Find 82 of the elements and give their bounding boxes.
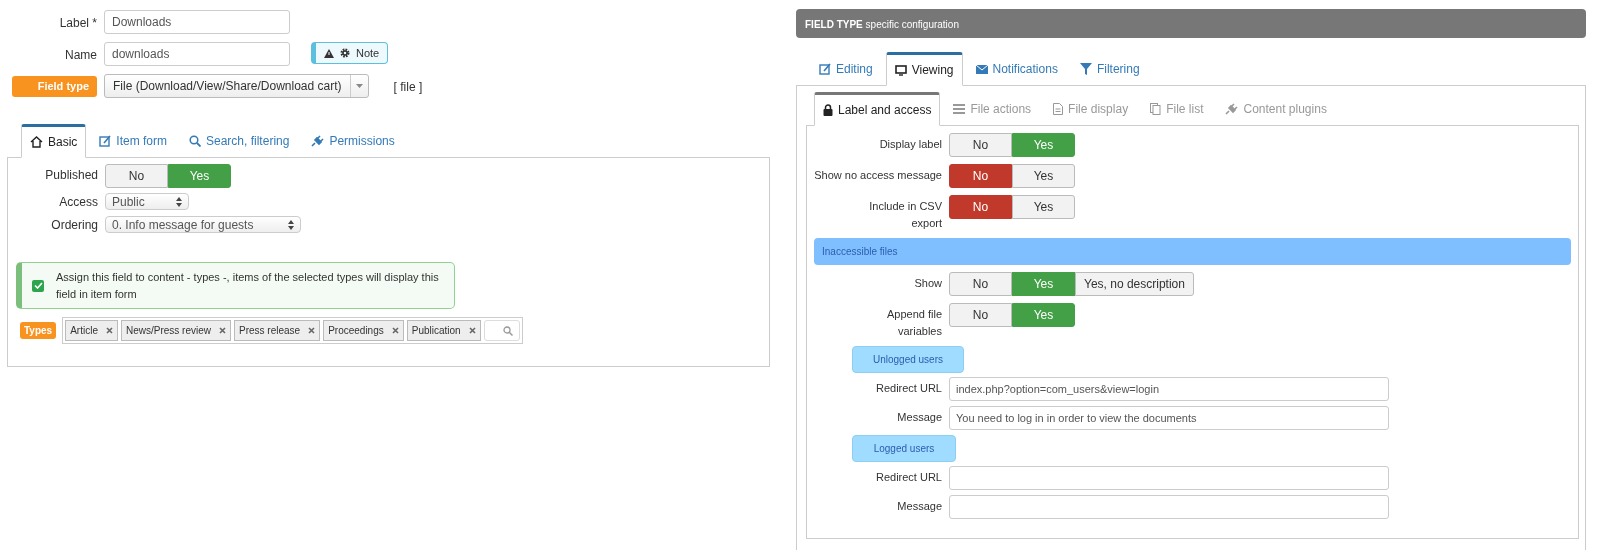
text-field[interactable] xyxy=(949,495,1389,519)
text-field[interactable]: downloads xyxy=(104,42,290,66)
type-select[interactable]: File (Download/View/Share/Download cart) xyxy=(104,74,369,98)
field-label: Redirect URL xyxy=(874,381,942,396)
edit-icon xyxy=(819,63,831,75)
select-field[interactable]: Public xyxy=(105,193,189,210)
field-label: Message xyxy=(896,410,942,425)
type-tag: News/Press review xyxy=(120,320,231,341)
edit-icon xyxy=(99,135,112,147)
text-field[interactable] xyxy=(949,466,1389,490)
field-label: Ordering xyxy=(50,217,98,234)
toggle-option[interactable]: Yes xyxy=(1012,195,1075,219)
field-label: Name xyxy=(64,47,97,64)
select-field[interactable]: 0. Info message for guests xyxy=(105,216,301,233)
type-tag: Proceedings xyxy=(323,320,404,341)
type-code: [ file ] xyxy=(393,79,423,96)
field-label: Message xyxy=(896,499,942,514)
lock-icon xyxy=(823,104,833,116)
toggle-option[interactable]: Yes, no description xyxy=(1075,272,1194,296)
toggle-option[interactable]: No xyxy=(105,164,168,188)
toggle-option[interactable]: Yes xyxy=(1012,164,1075,188)
tab[interactable]: Notifications xyxy=(966,53,1067,85)
updown-caret-icon xyxy=(176,196,182,207)
field-label: Redirect URL xyxy=(874,470,942,485)
subsection-label: Logged users xyxy=(852,435,956,462)
filter-icon xyxy=(1079,63,1092,75)
remove-icon xyxy=(468,327,476,334)
warning-icon xyxy=(324,48,334,58)
checkbox[interactable] xyxy=(32,279,44,292)
field-label: Published xyxy=(44,167,98,184)
text-field[interactable]: You need to log in in order to view the documents xyxy=(949,406,1389,430)
section-header: FIELD TYPE specific configuration xyxy=(796,9,1586,38)
list-icon xyxy=(953,104,966,114)
updown-caret-icon xyxy=(288,219,294,230)
gear-icon xyxy=(340,48,350,58)
tab[interactable]: Permissions xyxy=(302,125,404,157)
tab[interactable]: Label and access xyxy=(814,92,941,126)
plug-icon xyxy=(1225,103,1239,115)
text-field[interactable]: index.php?option=com_users&view=login xyxy=(949,377,1389,401)
tab[interactable]: Item form xyxy=(90,125,176,157)
home-icon xyxy=(30,136,43,148)
toggle-option[interactable]: No xyxy=(949,133,1012,157)
tab[interactable]: Basic xyxy=(21,124,87,158)
text-field[interactable]: Downloads xyxy=(104,10,290,34)
toggle-option[interactable]: No xyxy=(949,195,1012,219)
tag-search-field[interactable] xyxy=(483,320,520,341)
type-tag: Article xyxy=(65,320,118,341)
remove-icon xyxy=(391,327,399,334)
types-label: Types xyxy=(20,322,57,339)
field-label: Show no access message xyxy=(814,168,942,183)
tab[interactable]: Viewing xyxy=(885,52,963,86)
field-type-label: Field type xyxy=(12,76,97,97)
subsection-label: Unlogged users xyxy=(852,346,964,373)
tab[interactable]: Search, filtering xyxy=(180,125,299,157)
field-label: Show xyxy=(913,276,942,291)
caret-icon xyxy=(355,84,363,88)
remove-icon xyxy=(105,327,113,334)
tab[interactable]: Filtering xyxy=(1070,53,1149,85)
field-label: Display label xyxy=(878,137,942,152)
document-icon xyxy=(1053,103,1064,115)
field-label: Include in CSV export xyxy=(868,199,942,231)
toggle-option[interactable]: No xyxy=(949,303,1012,327)
field-label: Label * xyxy=(58,15,97,32)
envelope-icon xyxy=(975,64,988,74)
remove-icon xyxy=(308,327,316,334)
type-tag: Publication xyxy=(406,320,481,341)
monitor-icon xyxy=(894,64,907,76)
copy-icon xyxy=(1150,103,1162,115)
note-button[interactable]: Note xyxy=(311,42,389,64)
tab[interactable]: Editing xyxy=(810,53,882,85)
assign-text: Assign this field to content - types -, items of the selected types will display this field in item form xyxy=(56,270,440,302)
toggle-option[interactable]: No xyxy=(949,272,1012,296)
section-bar: Inaccessible files xyxy=(814,238,1571,265)
field-label: Access xyxy=(58,194,98,211)
toggle-option[interactable]: No xyxy=(949,164,1012,188)
plug-icon xyxy=(311,135,325,147)
remove-icon xyxy=(219,327,226,334)
field-label: Append file variables xyxy=(885,307,942,339)
search-icon xyxy=(189,135,201,147)
check-icon xyxy=(33,282,43,289)
type-tag: Press release xyxy=(234,320,321,341)
search-icon xyxy=(502,325,513,336)
